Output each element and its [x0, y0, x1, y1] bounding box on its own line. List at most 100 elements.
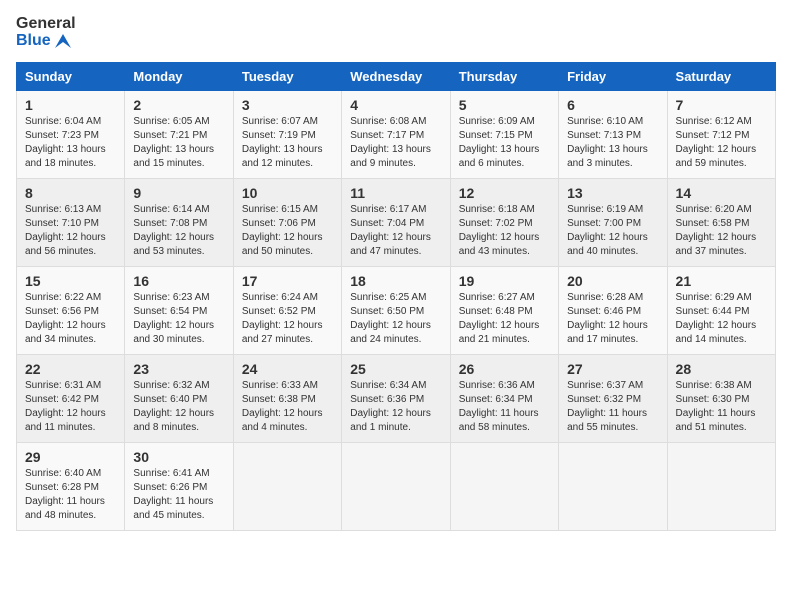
- day-detail: Sunrise: 6:08 AMSunset: 7:17 PMDaylight:…: [350, 116, 431, 169]
- day-number: 2: [133, 97, 224, 113]
- column-header-saturday: Saturday: [667, 63, 775, 91]
- day-number: 17: [242, 273, 333, 289]
- day-detail: Sunrise: 6:12 AMSunset: 7:12 PMDaylight:…: [676, 116, 757, 169]
- calendar-table: SundayMondayTuesdayWednesdayThursdayFrid…: [16, 62, 776, 531]
- day-number: 15: [25, 273, 116, 289]
- day-detail: Sunrise: 6:04 AMSunset: 7:23 PMDaylight:…: [25, 116, 106, 169]
- calendar-cell: 24 Sunrise: 6:33 AMSunset: 6:38 PMDayligh…: [233, 355, 341, 443]
- calendar-cell: 13Sunrise: 6:19 AMSunset: 7:00 PMDayligh…: [559, 179, 667, 267]
- day-detail: Sunrise: 6:09 AMSunset: 7:15 PMDaylight:…: [459, 116, 540, 169]
- day-number: 8: [25, 185, 116, 201]
- calendar-cell: 4 Sunrise: 6:08 AMSunset: 7:17 PMDaylight…: [342, 91, 450, 179]
- calendar-cell: 17 Sunrise: 6:24 AMSunset: 6:52 PMDayligh…: [233, 267, 341, 355]
- logo-block: General Blue: [16, 16, 76, 50]
- calendar-cell: 20 Sunrise: 6:28 AMSunset: 6:46 PMDayligh…: [559, 267, 667, 355]
- calendar-cell: 14 Sunrise: 6:20 AMSunset: 6:58 PMDayligh…: [667, 179, 775, 267]
- day-number: 30: [133, 449, 224, 465]
- logo-general-text: General: [16, 16, 76, 32]
- header: General Blue: [16, 16, 776, 50]
- day-number: 18: [350, 273, 441, 289]
- day-number: 5: [459, 97, 550, 113]
- logo-blue-text: Blue: [16, 32, 76, 50]
- day-number: 9: [133, 185, 224, 201]
- day-detail: Sunrise: 6:25 AMSunset: 6:50 PMDaylight:…: [350, 292, 431, 345]
- day-detail: Sunrise: 6:33 AMSunset: 6:38 PMDaylight:…: [242, 380, 323, 433]
- calendar-cell: 6 Sunrise: 6:10 AMSunset: 7:13 PMDaylight…: [559, 91, 667, 179]
- day-number: 27: [567, 361, 658, 377]
- day-detail: Sunrise: 6:28 AMSunset: 6:46 PMDaylight:…: [567, 292, 648, 345]
- calendar-cell: 25Sunrise: 6:34 AMSunset: 6:36 PMDayligh…: [342, 355, 450, 443]
- day-number: 28: [676, 361, 767, 377]
- day-detail: Sunrise: 6:20 AMSunset: 6:58 PMDaylight:…: [676, 204, 757, 257]
- day-number: 10: [242, 185, 333, 201]
- calendar-cell: 1 Sunrise: 6:04 AMSunset: 7:23 PMDaylight…: [17, 91, 125, 179]
- day-number: 26: [459, 361, 550, 377]
- column-header-tuesday: Tuesday: [233, 63, 341, 91]
- calendar-cell: 19 Sunrise: 6:27 AMSunset: 6:48 PMDayligh…: [450, 267, 558, 355]
- day-detail: Sunrise: 6:13 AMSunset: 7:10 PMDaylight:…: [25, 204, 106, 257]
- day-number: 3: [242, 97, 333, 113]
- day-number: 21: [676, 273, 767, 289]
- calendar-cell: 8 Sunrise: 6:13 AMSunset: 7:10 PMDaylight…: [17, 179, 125, 267]
- day-number: 13: [567, 185, 658, 201]
- calendar-cell: 28 Sunrise: 6:38 AMSunset: 6:30 PMDayligh…: [667, 355, 775, 443]
- day-detail: Sunrise: 6:37 AMSunset: 6:32 PMDaylight:…: [567, 380, 647, 433]
- calendar-week-2: 8 Sunrise: 6:13 AMSunset: 7:10 PMDaylight…: [17, 179, 776, 267]
- day-number: 4: [350, 97, 441, 113]
- calendar-cell: 27 Sunrise: 6:37 AMSunset: 6:32 PMDayligh…: [559, 355, 667, 443]
- day-detail: Sunrise: 6:31 AMSunset: 6:42 PMDaylight:…: [25, 380, 106, 433]
- calendar-cell: 22 Sunrise: 6:31 AMSunset: 6:42 PMDayligh…: [17, 355, 125, 443]
- column-header-wednesday: Wednesday: [342, 63, 450, 91]
- calendar-cell: 16 Sunrise: 6:23 AMSunset: 6:54 PMDayligh…: [125, 267, 233, 355]
- day-detail: Sunrise: 6:17 AMSunset: 7:04 PMDaylight:…: [350, 204, 431, 257]
- day-detail: Sunrise: 6:15 AMSunset: 7:06 PMDaylight:…: [242, 204, 323, 257]
- calendar-cell: [450, 443, 558, 531]
- day-detail: Sunrise: 6:27 AMSunset: 6:48 PMDaylight:…: [459, 292, 540, 345]
- calendar-cell: 7 Sunrise: 6:12 AMSunset: 7:12 PMDaylight…: [667, 91, 775, 179]
- day-detail: Sunrise: 6:32 AMSunset: 6:40 PMDaylight:…: [133, 380, 214, 433]
- calendar-week-1: 1 Sunrise: 6:04 AMSunset: 7:23 PMDaylight…: [17, 91, 776, 179]
- column-header-sunday: Sunday: [17, 63, 125, 91]
- day-detail: Sunrise: 6:38 AMSunset: 6:30 PMDaylight:…: [676, 380, 756, 433]
- day-number: 19: [459, 273, 550, 289]
- day-number: 20: [567, 273, 658, 289]
- day-detail: Sunrise: 6:07 AMSunset: 7:19 PMDaylight:…: [242, 116, 323, 169]
- day-number: 11: [350, 185, 441, 201]
- day-number: 25: [350, 361, 441, 377]
- day-detail: Sunrise: 6:23 AMSunset: 6:54 PMDaylight:…: [133, 292, 214, 345]
- day-number: 7: [676, 97, 767, 113]
- day-detail: Sunrise: 6:22 AMSunset: 6:56 PMDaylight:…: [25, 292, 106, 345]
- calendar-cell: [559, 443, 667, 531]
- calendar-week-3: 15 Sunrise: 6:22 AMSunset: 6:56 PMDayligh…: [17, 267, 776, 355]
- calendar-header-row: SundayMondayTuesdayWednesdayThursdayFrid…: [17, 63, 776, 91]
- day-detail: Sunrise: 6:14 AMSunset: 7:08 PMDaylight:…: [133, 204, 214, 257]
- calendar-cell: 2Sunrise: 6:05 AMSunset: 7:21 PMDaylight…: [125, 91, 233, 179]
- day-number: 23: [133, 361, 224, 377]
- calendar-cell: 21Sunrise: 6:29 AMSunset: 6:44 PMDayligh…: [667, 267, 775, 355]
- day-number: 24: [242, 361, 333, 377]
- logo-bird-icon: [53, 32, 71, 50]
- day-number: 29: [25, 449, 116, 465]
- day-number: 6: [567, 97, 658, 113]
- calendar-cell: 11 Sunrise: 6:17 AMSunset: 7:04 PMDayligh…: [342, 179, 450, 267]
- calendar-cell: 5 Sunrise: 6:09 AMSunset: 7:15 PMDaylight…: [450, 91, 558, 179]
- column-header-thursday: Thursday: [450, 63, 558, 91]
- day-detail: Sunrise: 6:10 AMSunset: 7:13 PMDaylight:…: [567, 116, 648, 169]
- day-number: 1: [25, 97, 116, 113]
- day-detail: Sunrise: 6:40 AMSunset: 6:28 PMDaylight:…: [25, 468, 105, 521]
- day-detail: Sunrise: 6:24 AMSunset: 6:52 PMDaylight:…: [242, 292, 323, 345]
- calendar-cell: 30Sunrise: 6:41 AMSunset: 6:26 PMDayligh…: [125, 443, 233, 531]
- calendar-body: 1 Sunrise: 6:04 AMSunset: 7:23 PMDaylight…: [17, 91, 776, 531]
- day-number: 16: [133, 273, 224, 289]
- calendar-cell: 18 Sunrise: 6:25 AMSunset: 6:50 PMDayligh…: [342, 267, 450, 355]
- calendar-cell: 15 Sunrise: 6:22 AMSunset: 6:56 PMDayligh…: [17, 267, 125, 355]
- calendar-cell: 12Sunrise: 6:18 AMSunset: 7:02 PMDayligh…: [450, 179, 558, 267]
- column-header-friday: Friday: [559, 63, 667, 91]
- day-number: 22: [25, 361, 116, 377]
- calendar-cell: [233, 443, 341, 531]
- calendar-week-4: 22 Sunrise: 6:31 AMSunset: 6:42 PMDayligh…: [17, 355, 776, 443]
- day-number: 14: [676, 185, 767, 201]
- calendar-cell: 10 Sunrise: 6:15 AMSunset: 7:06 PMDayligh…: [233, 179, 341, 267]
- day-detail: Sunrise: 6:18 AMSunset: 7:02 PMDaylight:…: [459, 204, 540, 257]
- logo: General Blue: [16, 16, 76, 50]
